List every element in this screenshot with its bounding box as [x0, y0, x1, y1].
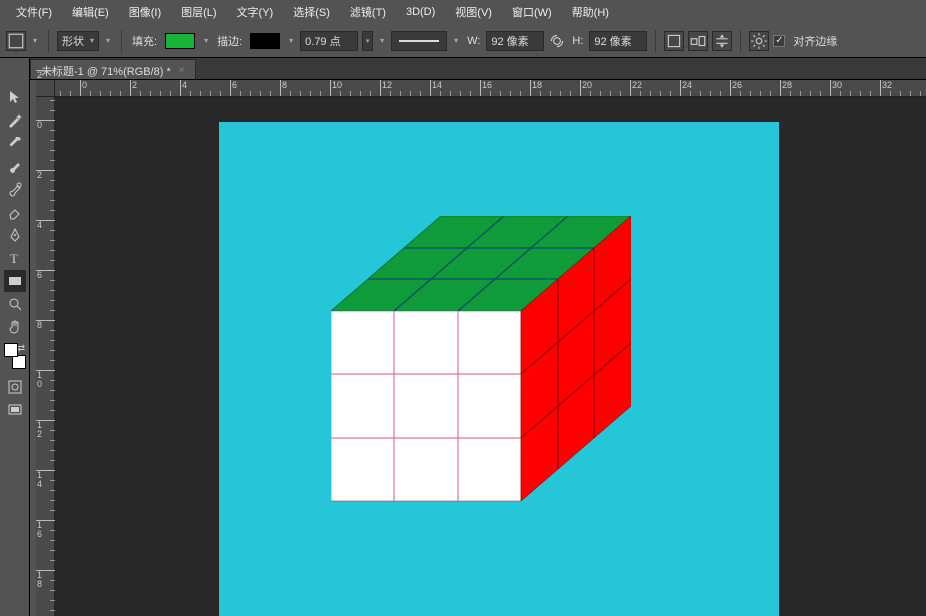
- bg-color-swatch[interactable]: [12, 355, 26, 369]
- screenmode-tool[interactable]: [4, 399, 26, 421]
- align-edges-label: 对齐边缘: [793, 33, 837, 49]
- canvas-area[interactable]: [55, 97, 926, 616]
- height-field[interactable]: [589, 31, 647, 51]
- close-tab-icon[interactable]: ×: [179, 65, 185, 76]
- swap-colors-icon[interactable]: ⇄: [18, 343, 26, 351]
- ruler-corner: [36, 80, 55, 97]
- svg-text:T: T: [10, 251, 18, 266]
- fg-color-swatch[interactable]: [4, 343, 18, 357]
- zoom-tool[interactable]: [4, 293, 26, 315]
- eraser-tool[interactable]: [4, 201, 26, 223]
- cube-front-face: [331, 311, 521, 501]
- fill-dropdown[interactable]: ▾: [201, 36, 211, 45]
- menu-edit[interactable]: 编辑(E): [62, 2, 119, 22]
- menu-3d[interactable]: 3D(D): [396, 4, 445, 20]
- text-tool[interactable]: T: [4, 247, 26, 269]
- menu-bar: 文件(F) 编辑(E) 图像(I) 图层(L) 文字(Y) 选择(S) 滤镜(T…: [0, 0, 926, 24]
- shape-mode-combo[interactable]: 形状 ▾: [57, 31, 99, 51]
- menu-filter[interactable]: 滤镜(T): [340, 2, 396, 22]
- gear-icon[interactable]: [749, 31, 769, 51]
- rectangle-tool[interactable]: [4, 270, 26, 292]
- toolbox: T ⇄: [0, 58, 30, 616]
- width-field[interactable]: [486, 31, 544, 51]
- cube-shape[interactable]: [331, 216, 631, 516]
- stroke-style-combo[interactable]: [391, 31, 447, 51]
- stroke-label: 描边:: [217, 33, 242, 49]
- fill-label: 填充:: [132, 33, 157, 49]
- path-op-new-icon[interactable]: [664, 31, 684, 51]
- quickmask-tool[interactable]: [4, 376, 26, 398]
- eyedropper-tool[interactable]: [4, 132, 26, 154]
- color-fg-bg[interactable]: ⇄: [4, 343, 26, 369]
- menu-file[interactable]: 文件(F): [6, 2, 62, 22]
- stroke-width-field[interactable]: [300, 31, 358, 51]
- stroke-width-dropdown[interactable]: ▾: [377, 36, 387, 45]
- stroke-style-dropdown[interactable]: ▾: [451, 36, 461, 45]
- path-arrange-icon[interactable]: [712, 31, 732, 51]
- menu-image[interactable]: 图像(I): [119, 2, 171, 22]
- ruler-horizontal[interactable]: -20246810121416182022242628303234: [55, 80, 926, 97]
- artboard[interactable]: [219, 122, 779, 616]
- document-tab-bar: 未标题-1 @ 71%(RGB/8) * ×: [30, 58, 926, 80]
- menu-view[interactable]: 视图(V): [445, 2, 502, 22]
- tool-preset-dropdown[interactable]: ▾: [30, 36, 40, 45]
- width-label: W:: [467, 35, 480, 47]
- link-wh-icon[interactable]: [548, 32, 566, 50]
- menu-layer[interactable]: 图层(L): [171, 2, 226, 22]
- brush-tool[interactable]: [4, 155, 26, 177]
- wand-tool[interactable]: [4, 109, 26, 131]
- shape-mode-label: 形状: [62, 33, 84, 49]
- move-tool[interactable]: [4, 86, 26, 108]
- align-edges-checkbox[interactable]: [773, 35, 785, 47]
- menu-window[interactable]: 窗口(W): [502, 2, 562, 22]
- shape-mode-dropdown[interactable]: ▾: [103, 36, 113, 45]
- menu-select[interactable]: 选择(S): [283, 2, 340, 22]
- path-align-icon[interactable]: [688, 31, 708, 51]
- pen-tool[interactable]: [4, 224, 26, 246]
- ruler-vertical[interactable]: 2024681012141618: [36, 80, 55, 616]
- document-tab[interactable]: 未标题-1 @ 71%(RGB/8) * ×: [30, 59, 196, 79]
- document-tab-title: 未标题-1 @ 71%(RGB/8) *: [41, 63, 171, 79]
- stroke-swatch[interactable]: [250, 33, 280, 49]
- options-bar: ▾ 形状 ▾ ▾ 填充: ▾ 描边: ▾ ▾ ▾ ▾ W: H: 对齐边缘: [0, 24, 926, 58]
- menu-help[interactable]: 帮助(H): [562, 2, 619, 22]
- menu-type[interactable]: 文字(Y): [227, 2, 284, 22]
- hand-tool[interactable]: [4, 316, 26, 338]
- fill-swatch[interactable]: [165, 33, 195, 49]
- tool-preset-icon[interactable]: [6, 31, 26, 51]
- history-brush-tool[interactable]: [4, 178, 26, 200]
- height-label: H:: [572, 35, 583, 47]
- stroke-width-stepper[interactable]: ▾: [362, 31, 373, 51]
- stroke-dropdown[interactable]: ▾: [286, 36, 296, 45]
